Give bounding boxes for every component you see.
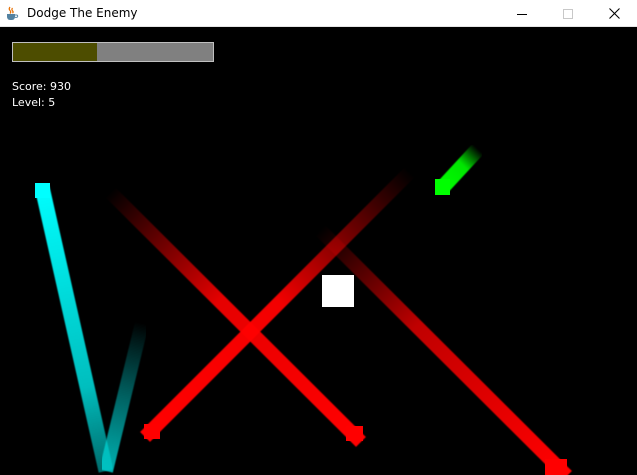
java-coffee-cup-icon: [4, 5, 20, 21]
enemy-trails-layer: [34, 143, 572, 475]
maximize-button[interactable]: [545, 0, 591, 27]
close-icon: [608, 8, 620, 19]
enemy-cyan-head: [35, 183, 50, 198]
window-title: Dodge The Enemy: [27, 6, 138, 20]
window-controls: [499, 0, 637, 27]
player-square: [322, 275, 354, 307]
enemy-trail-cyan-2: [99, 321, 149, 473]
enemy-red-2: [144, 424, 160, 439]
score-label: Score: 930: [12, 80, 72, 93]
level-label: Level: 5: [12, 96, 56, 109]
health-bar-fill: [13, 43, 97, 61]
enemy-green: [435, 179, 450, 195]
enemy-trail-cyan-1: [34, 185, 114, 473]
game-canvas[interactable]: Score: 930 Level: 5: [0, 27, 637, 475]
minimize-button[interactable]: [499, 0, 545, 27]
health-bar: [12, 42, 214, 62]
game-window: Dodge The Enemy Score: 930 Level: 5: [0, 0, 637, 475]
maximize-icon: [563, 8, 573, 19]
enemy-red-1: [346, 426, 363, 441]
enemy-red-3: [545, 459, 567, 475]
title-bar[interactable]: Dodge The Enemy: [0, 0, 637, 27]
close-button[interactable]: [591, 0, 637, 27]
enemy-trail-red-2: [140, 160, 422, 442]
minimize-icon: [517, 9, 527, 19]
